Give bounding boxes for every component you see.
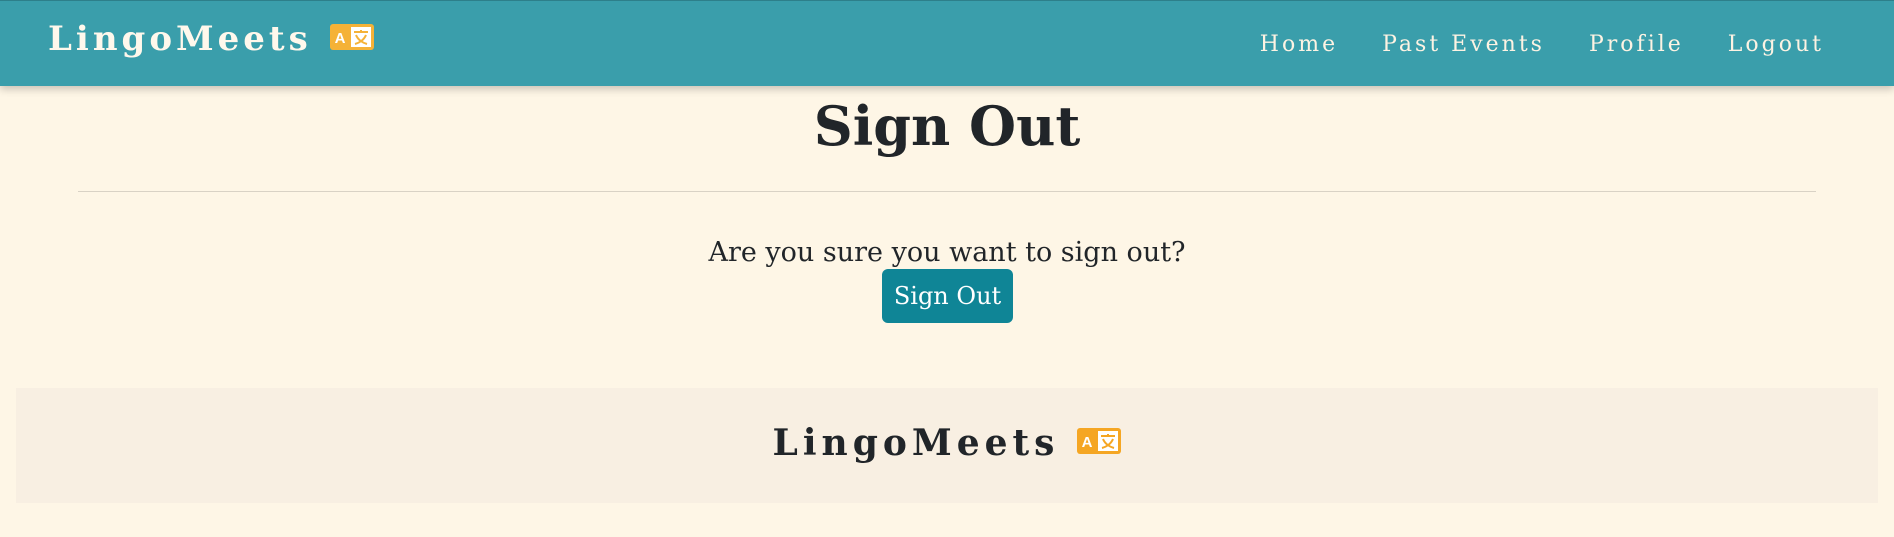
nav-link-logout[interactable]: Logout bbox=[1728, 32, 1824, 57]
nav-link-home[interactable]: Home bbox=[1260, 32, 1338, 57]
nav-links: Home Past Events Profile Logout bbox=[1216, 1, 1824, 87]
sign-out-button[interactable]: Sign Out bbox=[882, 269, 1013, 323]
footer-brand-name: LingoMeets bbox=[772, 422, 1060, 464]
translate-icon: A bbox=[1077, 428, 1122, 458]
footer-brand: LingoMeets A bbox=[16, 422, 1878, 464]
nav-link-past-events[interactable]: Past Events bbox=[1382, 32, 1545, 57]
confirm-question: Are you sure you want to sign out? bbox=[708, 237, 1186, 268]
nav-link-profile[interactable]: Profile bbox=[1589, 32, 1684, 57]
brand-link[interactable]: LingoMeets A bbox=[48, 19, 374, 59]
svg-text:A: A bbox=[334, 30, 345, 47]
divider bbox=[78, 191, 1816, 192]
svg-text:A: A bbox=[1082, 434, 1093, 451]
brand-name: LingoMeets bbox=[48, 19, 312, 59]
page-title: Sign Out bbox=[813, 94, 1081, 158]
navbar: LingoMeets A Home Past Events Profile Lo… bbox=[0, 0, 1894, 86]
footer: LingoMeets A bbox=[16, 388, 1878, 503]
translate-icon: A bbox=[329, 24, 374, 54]
